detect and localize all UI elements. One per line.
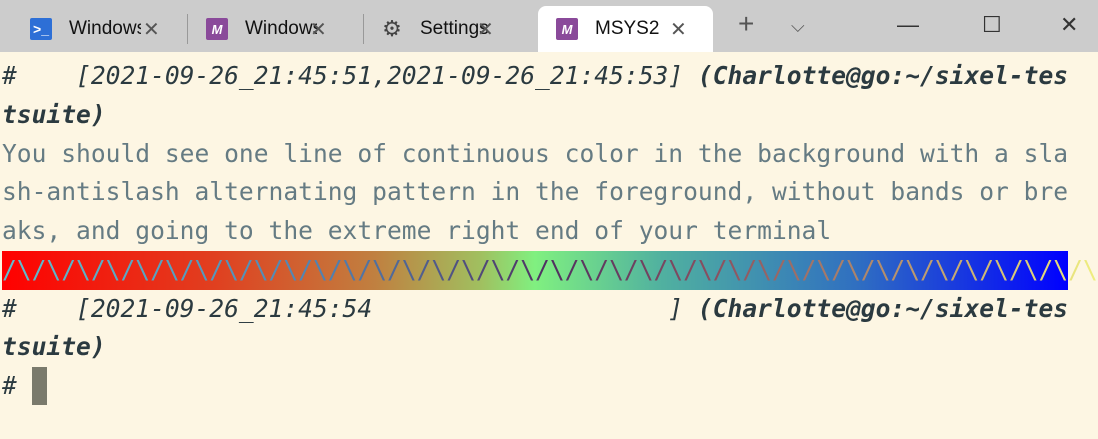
prompt-hash: #: [2, 293, 17, 323]
tab-bar: >_ Windows PowerShell ✕ M Windows ✕ ⚙ Se…: [0, 0, 1098, 52]
prompt-hash: #: [2, 61, 17, 90]
close-tab-icon[interactable]: ✕: [310, 17, 327, 42]
color-gradient-bar: /\/\/\/\/\/\/\/\/\/\/\/\/\/\/\/\/\/\/\/\…: [2, 250, 1098, 290]
close-tab-icon[interactable]: ✕: [670, 17, 687, 42]
tab-windows[interactable]: M Windows ✕: [188, 6, 363, 52]
tab-dropdown-button[interactable]: ⌵: [791, 16, 805, 37]
msys2-icon: M: [206, 18, 228, 40]
prompt-hash: #: [2, 371, 32, 400]
terminal-output[interactable]: # [2021-09-26_21:45:51,2021-09-26_21:45:…: [2, 57, 1098, 406]
tab-label: Windows: [245, 18, 317, 39]
terminal-cursor: [31, 367, 47, 405]
tab-msys2[interactable]: M MSYS2 ✕: [538, 6, 713, 52]
powershell-icon: >_: [30, 18, 52, 40]
tab-label: MSYS2: [595, 18, 660, 39]
test-message: You should see one line of continuous co…: [2, 138, 1069, 246]
close-tab-icon[interactable]: ✕: [477, 17, 494, 42]
minimize-button[interactable]: —: [897, 12, 919, 38]
tab-powershell[interactable]: >_ Windows PowerShell ✕: [0, 6, 187, 52]
maximize-button[interactable]: ☐: [982, 12, 1002, 38]
tab-label: Windows PowerShell: [69, 18, 141, 39]
new-tab-button[interactable]: +: [738, 8, 754, 40]
msys2-icon: M: [556, 18, 578, 40]
slash-pattern: /\/\/\/\/\/\/\/\/\/\/\/\/\/\/\/\/\/\/\/\…: [2, 254, 1098, 284]
gear-icon: ⚙: [382, 16, 402, 41]
tab-settings[interactable]: ⚙ Settings ✕: [364, 6, 538, 52]
prompt-timestamp: [2021-09-26_21:45:51,2021-09-26_21:45:53…: [16, 61, 684, 90]
close-tab-icon[interactable]: ✕: [143, 17, 160, 42]
prompt-timestamp: [2021-09-26_21:45:54 ]: [16, 293, 684, 323]
close-window-button[interactable]: ✕: [1060, 12, 1078, 38]
